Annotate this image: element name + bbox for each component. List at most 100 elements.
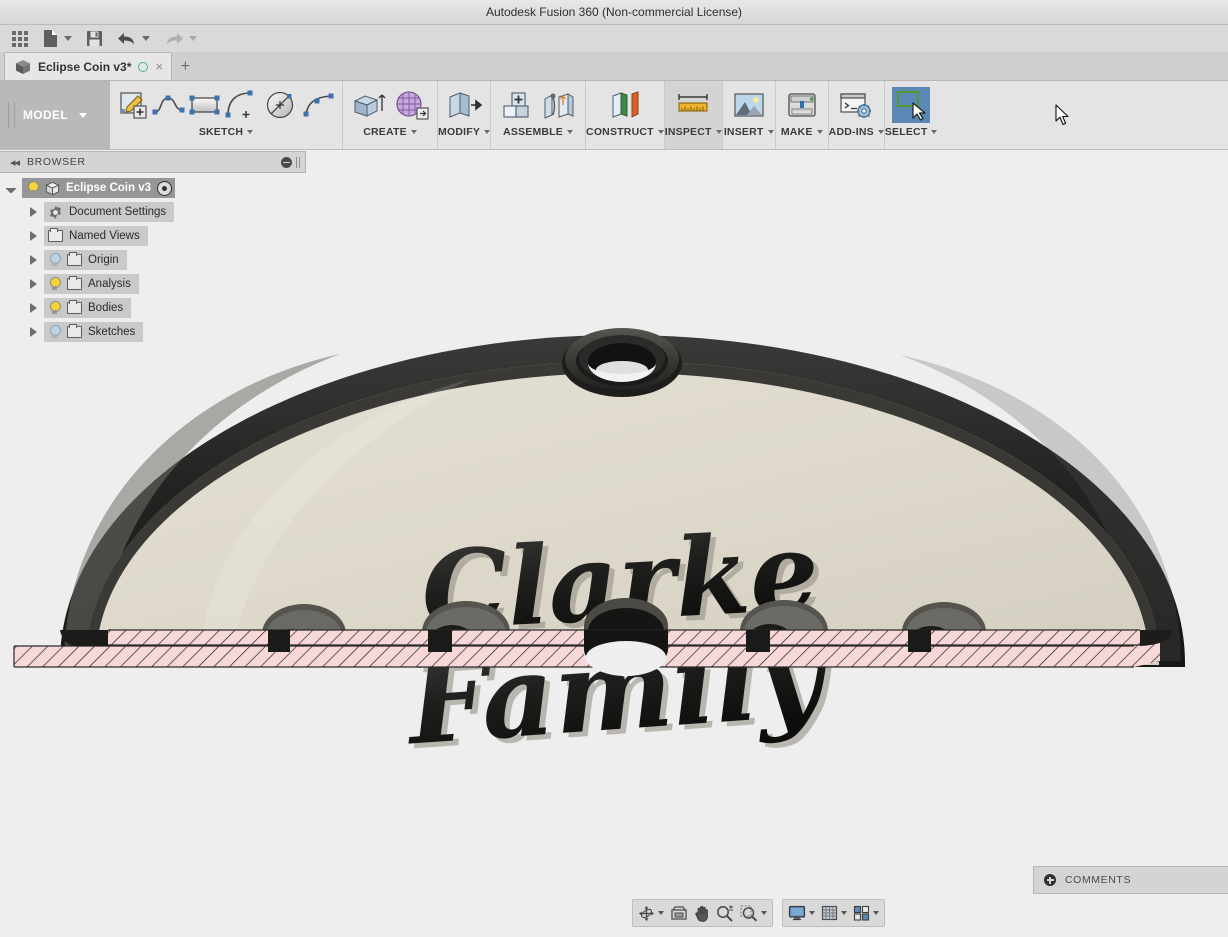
circle-tool-button[interactable]: [260, 87, 300, 123]
rectangle-tool-button[interactable]: [188, 87, 222, 123]
mesh-icon: [396, 91, 429, 120]
rim-foot-left: [60, 630, 108, 646]
pan-button[interactable]: [691, 901, 713, 925]
select-tool-button[interactable]: [892, 87, 931, 123]
extrude-button[interactable]: [349, 87, 389, 123]
3d-print-icon: [788, 93, 816, 117]
collapse-left-icon[interactable]: ◂◂: [0, 156, 27, 169]
browser-row-analysis[interactable]: Analysis: [0, 274, 305, 294]
joint-button[interactable]: [539, 87, 579, 123]
spline-tool-button[interactable]: [152, 87, 186, 123]
ribbon-panel-title-select[interactable]: SELECT: [885, 126, 938, 138]
browser-row-bodies[interactable]: Bodies: [0, 298, 305, 318]
panel-resize-handle[interactable]: [296, 156, 300, 168]
3d-print-button[interactable]: [782, 87, 822, 123]
expand-arrow-icon[interactable]: [22, 279, 44, 289]
measure-ruler-icon: [678, 94, 708, 112]
document-tab[interactable]: Eclipse Coin v3* ×: [4, 52, 172, 80]
panel-label: INSERT: [723, 126, 764, 138]
visibility-bulb-icon[interactable]: [26, 180, 39, 196]
ribbon-panel-title-construct[interactable]: CONSTRUCT: [586, 126, 664, 138]
scripts-addins-button[interactable]: [836, 87, 876, 123]
undo-arrow-icon: [118, 32, 134, 44]
look-at-button[interactable]: [667, 901, 691, 925]
minus-circle-icon[interactable]: [281, 156, 292, 168]
viewports-button[interactable]: [850, 901, 882, 925]
browser-item-bodies[interactable]: Bodies: [44, 298, 132, 318]
browser-row-origin[interactable]: Origin: [0, 250, 305, 270]
expand-arrow-icon[interactable]: [22, 231, 44, 241]
ribbon-panel-assemble: ASSEMBLE: [490, 81, 585, 149]
visibility-bulb-icon[interactable]: [48, 276, 61, 292]
browser-item-eclipse-coin[interactable]: Eclipse Coin v3: [22, 178, 176, 198]
new-tab-button[interactable]: +: [172, 53, 199, 80]
expand-arrow-root[interactable]: [0, 182, 22, 194]
undo-button[interactable]: [110, 25, 157, 52]
radio-dot-icon[interactable]: [157, 180, 173, 196]
expand-arrow-icon[interactable]: [22, 303, 44, 313]
expand-arrow-icon[interactable]: [22, 255, 44, 265]
browser-item-named-views[interactable]: Named Views: [44, 226, 148, 246]
ribbon-panel-title-make[interactable]: MAKE: [781, 126, 823, 138]
panel-label: ADD-INS: [828, 126, 874, 138]
new-file-button[interactable]: [35, 25, 79, 52]
visibility-bulb-icon[interactable]: [48, 300, 61, 316]
create-sketch-button[interactable]: [116, 87, 150, 123]
drag-handle[interactable]: [8, 102, 15, 128]
press-pull-button[interactable]: [444, 87, 484, 123]
workspace-switcher-model[interactable]: MODEL: [0, 81, 110, 149]
zoom-window-button[interactable]: [737, 901, 770, 925]
panel-label: SKETCH: [198, 126, 244, 138]
browser-root-row[interactable]: Eclipse Coin v3: [0, 178, 305, 198]
save-button[interactable]: [79, 25, 110, 52]
browser-item-analysis[interactable]: Analysis: [44, 274, 139, 294]
plus-circle-icon[interactable]: [1044, 874, 1056, 886]
redo-button[interactable]: [157, 25, 204, 52]
expand-arrow-icon[interactable]: [22, 327, 44, 337]
close-icon[interactable]: ×: [155, 60, 163, 73]
browser-item-document-settings[interactable]: Document Settings: [44, 202, 175, 222]
app-menu-grid-button[interactable]: [0, 25, 35, 52]
new-component-button[interactable]: [497, 87, 537, 123]
fit-curve-tool-button[interactable]: [302, 87, 336, 123]
viewports-icon: [853, 905, 870, 921]
new-component-icon: [503, 92, 529, 118]
expand-arrow-icon[interactable]: [22, 207, 44, 217]
engraved-line2: Family: [401, 610, 834, 770]
grid-snaps-button[interactable]: [818, 901, 850, 925]
panel-label: MODIFY: [438, 126, 481, 138]
browser-item-sketches[interactable]: Sketches: [44, 322, 144, 342]
ribbon-panel-insert: INSERT: [721, 81, 775, 149]
ribbon-panel-title-sketch[interactable]: SKETCH: [198, 126, 254, 138]
ribbon-panel-make: MAKE: [774, 81, 828, 149]
chevron-down-icon: [410, 130, 417, 134]
browser-item-origin[interactable]: Origin: [44, 250, 127, 270]
browser-row-named-views[interactable]: Named Views: [0, 226, 305, 246]
panel-label: SELECT: [884, 126, 928, 138]
browser-title: BROWSER: [27, 156, 86, 168]
insert-image-button[interactable]: [729, 87, 769, 123]
zoom-button[interactable]: [713, 901, 737, 925]
browser-item-label: Bodies: [88, 302, 124, 314]
ribbon-panel-title-modify[interactable]: MODIFY: [438, 126, 491, 138]
comments-panel[interactable]: COMMENTS: [1033, 866, 1228, 894]
measure-button[interactable]: [673, 87, 713, 123]
browser-row-sketches[interactable]: Sketches: [0, 322, 305, 342]
browser-row-document-settings[interactable]: Document Settings: [0, 202, 305, 222]
visibility-bulb-icon[interactable]: [48, 252, 61, 268]
arc-tool-button[interactable]: [224, 87, 258, 123]
chevron-down-icon: [841, 911, 847, 915]
create-mesh-button[interactable]: [391, 87, 431, 123]
rectangle-icon: [189, 95, 220, 115]
visibility-bulb-icon[interactable]: [48, 324, 61, 340]
ribbon-panel-title-addins[interactable]: ADD-INS: [829, 126, 884, 138]
ribbon-panel-title-inspect[interactable]: INSPECT: [665, 126, 722, 138]
chevron-down-icon: [767, 130, 774, 134]
orbit-button[interactable]: [635, 901, 667, 925]
display-settings-button[interactable]: [785, 901, 818, 925]
section-cut-base: [13, 629, 1160, 668]
ribbon-panel-title-assemble[interactable]: ASSEMBLE: [503, 126, 573, 138]
ribbon-panel-title-create[interactable]: CREATE: [363, 126, 417, 138]
offset-plane-button[interactable]: [605, 87, 645, 123]
ribbon-panel-title-insert[interactable]: INSERT: [724, 126, 774, 138]
